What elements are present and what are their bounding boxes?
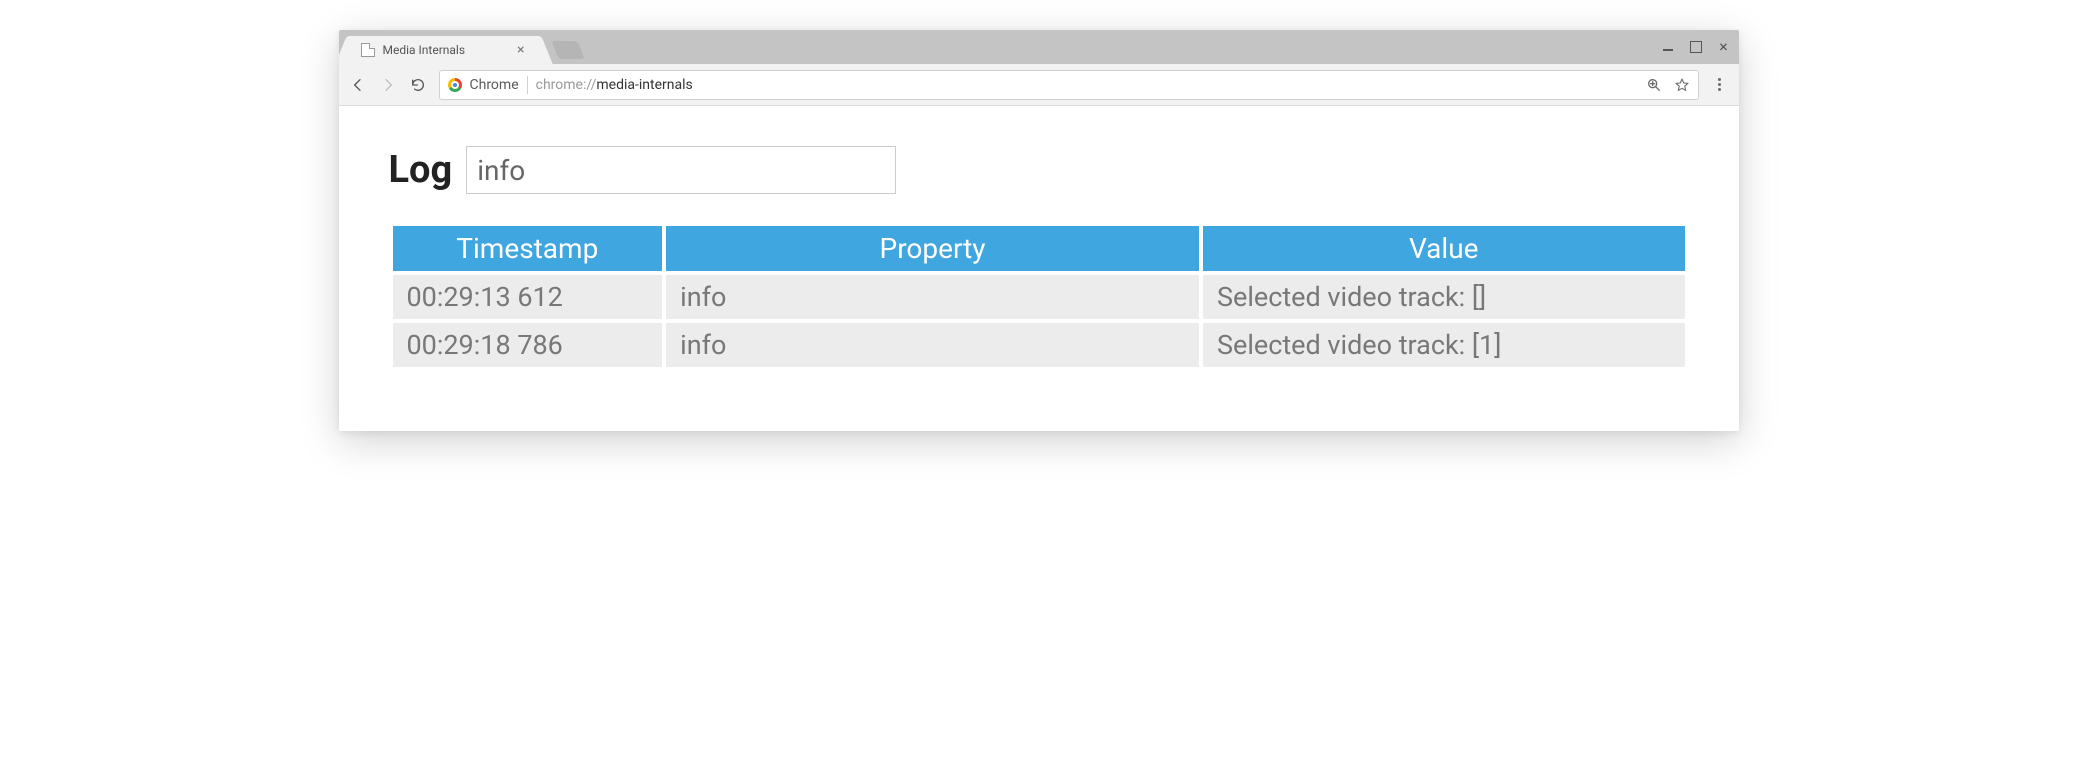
arrow-right-icon	[380, 77, 396, 93]
col-header-property[interactable]: Property	[666, 226, 1199, 271]
browser-menu-button[interactable]	[1711, 76, 1729, 94]
reload-button[interactable]	[409, 76, 427, 94]
arrow-left-icon	[350, 77, 366, 93]
address-bar[interactable]: Chrome chrome://media-internals	[439, 70, 1699, 100]
cell-timestamp: 00:29:13 612	[393, 275, 663, 319]
bookmark-star-icon[interactable]	[1674, 77, 1690, 93]
new-tab-button[interactable]	[551, 41, 584, 59]
zoom-icon[interactable]	[1646, 77, 1662, 93]
chrome-icon	[448, 78, 462, 92]
separator	[527, 76, 528, 94]
reload-icon	[410, 77, 426, 93]
col-header-value[interactable]: Value	[1203, 226, 1685, 271]
cell-property: info	[666, 275, 1199, 319]
origin-label: Chrome	[470, 77, 519, 93]
log-filter-input[interactable]	[466, 146, 896, 194]
cell-timestamp: 00:29:18 786	[393, 323, 663, 367]
page-content: Log Timestamp Property Value 00:29:13 61…	[339, 106, 1739, 431]
forward-button[interactable]	[379, 76, 397, 94]
page-icon	[361, 43, 375, 57]
back-button[interactable]	[349, 76, 367, 94]
table-row[interactable]: 00:29:13 612 info Selected video track: …	[393, 275, 1685, 319]
tab-strip: Media Internals × ×	[339, 30, 1739, 64]
log-heading: Log	[389, 148, 453, 192]
browser-tab[interactable]: Media Internals ×	[349, 36, 539, 64]
url-path: media-internals	[596, 77, 692, 93]
maximize-button[interactable]	[1689, 40, 1703, 54]
minimize-button[interactable]	[1661, 40, 1675, 54]
browser-toolbar: Chrome chrome://media-internals	[339, 64, 1739, 106]
log-table: Timestamp Property Value 00:29:13 612 in…	[389, 222, 1689, 371]
table-header-row: Timestamp Property Value	[393, 226, 1685, 271]
col-header-timestamp[interactable]: Timestamp	[393, 226, 663, 271]
tab-title: Media Internals	[383, 43, 514, 57]
omnibox-actions	[1646, 77, 1690, 93]
cell-value: Selected video track: [1]	[1203, 323, 1685, 367]
close-window-button[interactable]: ×	[1717, 40, 1731, 54]
url-scheme: chrome://	[536, 77, 597, 93]
close-tab-icon[interactable]: ×	[513, 42, 528, 58]
cell-value: Selected video track: []	[1203, 275, 1685, 319]
cell-property: info	[666, 323, 1199, 367]
window-controls: ×	[1661, 30, 1731, 64]
log-header: Log	[389, 146, 1689, 194]
url-text: chrome://media-internals	[536, 77, 693, 93]
browser-window: Media Internals × × Chrome chrome://medi…	[339, 30, 1739, 431]
table-row[interactable]: 00:29:18 786 info Selected video track: …	[393, 323, 1685, 367]
